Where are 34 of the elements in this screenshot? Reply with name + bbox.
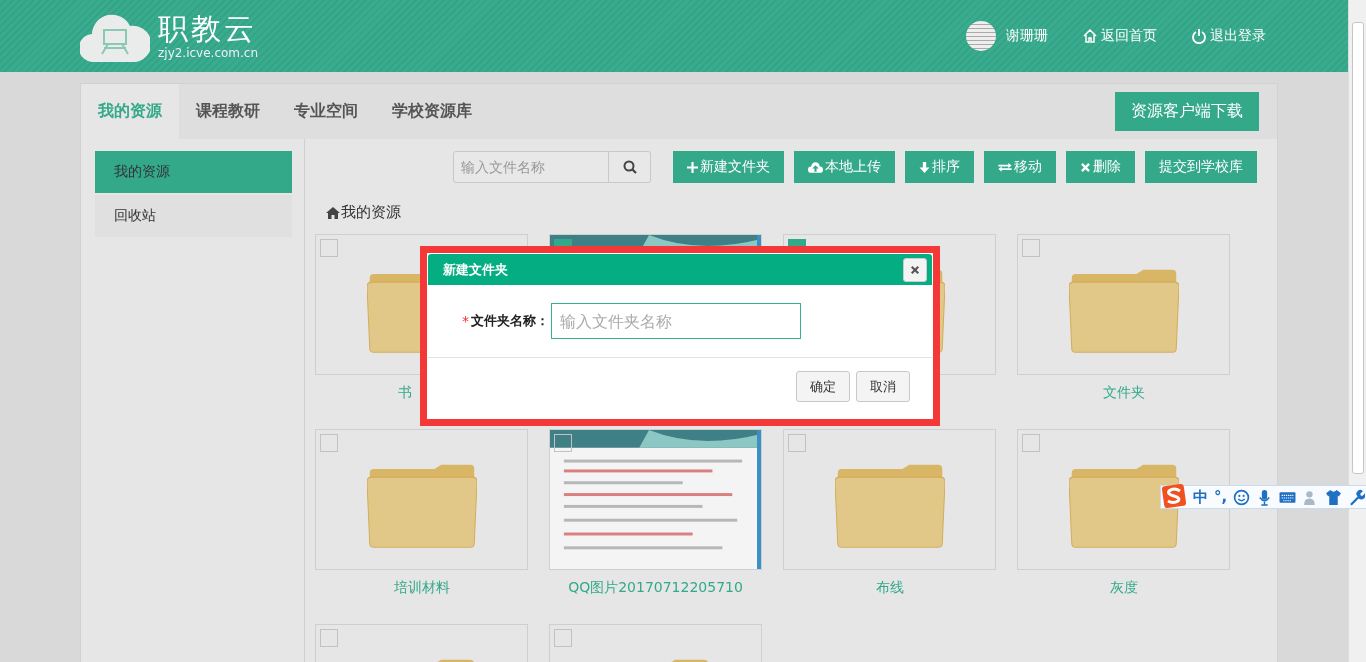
dialog-title: 新建文件夹: [443, 260, 508, 279]
ime-mode[interactable]: 中: [1193, 487, 1208, 507]
sidebar-item[interactable]: 回收站: [95, 195, 292, 237]
file-name[interactable]: 文件夹: [1102, 384, 1145, 402]
toolbar-button[interactable]: 排序: [905, 151, 974, 183]
required-mark: *: [462, 313, 469, 329]
nav-tab[interactable]: 我的资源: [81, 84, 179, 139]
toolbar-button[interactable]: 提交到学校库: [1145, 151, 1257, 183]
logo-url: zjy2.icve.com.cn: [158, 46, 259, 60]
download-client-button[interactable]: 资源客户端下载: [1115, 92, 1259, 131]
file-name[interactable]: QQ图片20170712205710: [568, 579, 743, 597]
user-name[interactable]: 谢珊珊: [1006, 27, 1048, 45]
nav-tab[interactable]: 课程教研: [179, 84, 277, 139]
logo-title: 职教云: [158, 12, 258, 46]
sidebar-item[interactable]: 我的资源: [95, 151, 292, 193]
file-name[interactable]: 布线: [875, 579, 904, 597]
breadcrumb[interactable]: 我的资源: [341, 203, 401, 222]
search-field[interactable]: 输入文件名称: [453, 151, 609, 183]
dialog-button[interactable]: 取消: [856, 371, 910, 402]
field-label: 文件夹名称：: [471, 312, 549, 330]
nav-tab[interactable]: 学校资源库: [375, 84, 489, 139]
file-name[interactable]: 书: [397, 384, 412, 402]
toolbar-button[interactable]: 删除: [1066, 151, 1135, 183]
file-name[interactable]: 灰度: [1109, 579, 1138, 597]
header-link[interactable]: 返回首页: [1082, 27, 1157, 45]
header-link[interactable]: 退出登录: [1191, 27, 1266, 45]
folder-name-field[interactable]: 输入文件夹名称: [551, 303, 801, 339]
nav-tab[interactable]: 专业空间: [277, 84, 375, 139]
toolbar-button[interactable]: 本地上传: [794, 151, 895, 183]
ime-punctuation[interactable]: °,: [1214, 488, 1228, 506]
toolbar-button[interactable]: 新建文件夹: [673, 151, 784, 183]
dialog-button[interactable]: 确定: [796, 371, 850, 402]
file-name[interactable]: 培训材料: [393, 579, 450, 597]
toolbar-button[interactable]: 移动: [984, 151, 1056, 183]
